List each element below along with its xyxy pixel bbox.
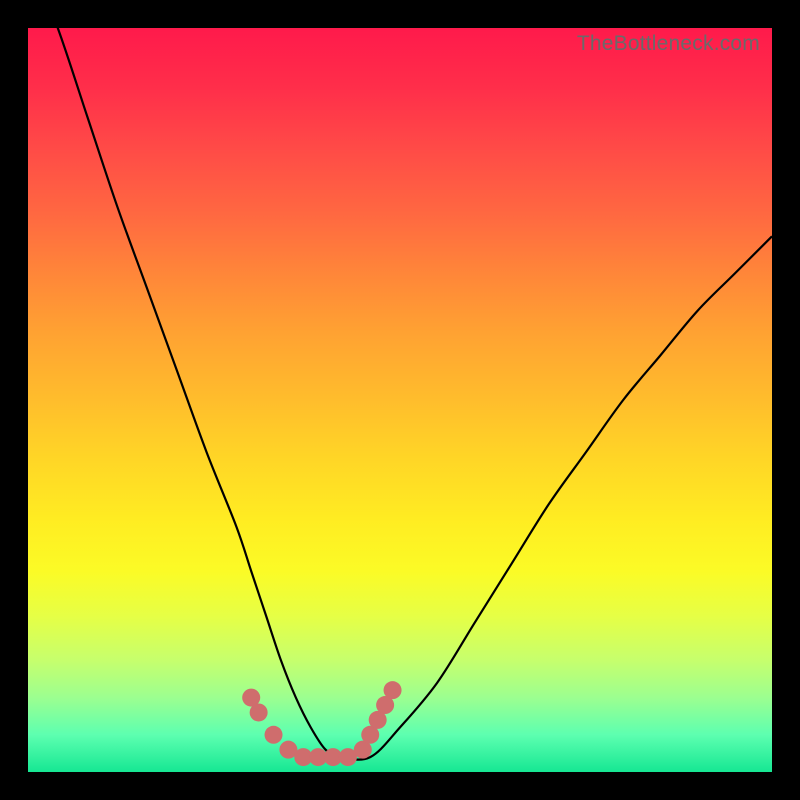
marker-group [242,681,401,766]
curve-path [28,28,772,760]
plot-area: TheBottleneck.com [28,28,772,772]
bottleneck-curve [28,28,772,772]
chart-frame: TheBottleneck.com [28,28,772,772]
watermark-text: TheBottleneck.com [577,32,760,56]
curve-marker [250,703,268,721]
curve-marker [384,681,402,699]
curve-marker [265,726,283,744]
